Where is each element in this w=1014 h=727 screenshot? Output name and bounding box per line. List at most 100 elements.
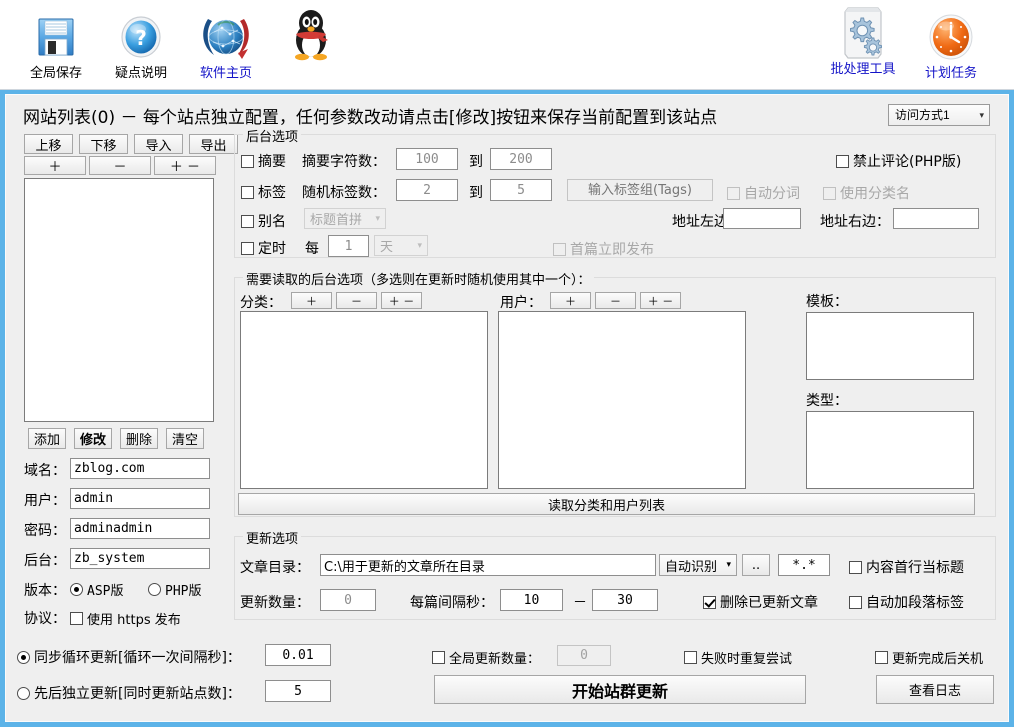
update-count-input[interactable] bbox=[320, 589, 376, 611]
first-publish-checkbox-icon[interactable] bbox=[553, 242, 566, 256]
auto-segment-checkbox-icon[interactable] bbox=[727, 186, 740, 200]
delete-updated-checkbox-row[interactable]: 删除已更新文章 bbox=[703, 592, 818, 612]
timer-checkbox-icon[interactable] bbox=[241, 241, 254, 255]
disable-comment-checkbox-icon[interactable] bbox=[836, 154, 849, 168]
article-dir-input[interactable] bbox=[320, 554, 656, 576]
backend-options-title: 后台选项 bbox=[243, 126, 302, 145]
shutdown-after-checkbox-icon[interactable] bbox=[875, 651, 888, 664]
shutdown-after-checkbox-row[interactable]: 更新完成后关机 bbox=[875, 648, 983, 667]
timer-checkbox-row[interactable]: 定时 bbox=[241, 238, 286, 258]
toolbar-button-batch-tool[interactable]: 批处理工具 bbox=[820, 4, 906, 76]
category-toggle-button[interactable]: ＋ － bbox=[381, 292, 422, 309]
type-listbox[interactable] bbox=[806, 411, 974, 489]
disable-comment-checkbox-row[interactable]: 禁止评论(PHP版) bbox=[836, 151, 961, 171]
use-category-name-checkbox-icon[interactable] bbox=[823, 186, 836, 200]
summary-min-input[interactable] bbox=[396, 148, 458, 170]
alias-checkbox-icon[interactable] bbox=[241, 214, 254, 228]
radio-sequential-icon[interactable] bbox=[17, 686, 30, 700]
read-options-title: 需要读取的后台选项（多选则在更新时随机使用其中一个）： bbox=[243, 269, 594, 288]
category-add-button[interactable]: ＋ bbox=[291, 292, 332, 309]
toolbar-label-help: 疑点说明 bbox=[114, 65, 167, 80]
retry-on-fail-checkbox-icon[interactable] bbox=[684, 651, 697, 664]
toolbar-button-help[interactable]: ? 疑点说明 bbox=[98, 8, 184, 80]
retry-on-fail-checkbox-row[interactable]: 失败时重复尝试 bbox=[684, 648, 792, 667]
alias-checkbox-row[interactable]: 别名 bbox=[241, 211, 286, 231]
version-radio-php[interactable]: PHP版 bbox=[148, 580, 201, 599]
version-radio-asp[interactable]: ASP版 bbox=[70, 580, 123, 599]
move-down-button[interactable]: 下移 bbox=[79, 134, 128, 154]
user-toggle-button[interactable]: ＋ － bbox=[640, 292, 681, 309]
site-listbox[interactable] bbox=[24, 178, 214, 422]
auto-paragraph-checkbox-row[interactable]: 自动加段落标签 bbox=[849, 592, 964, 612]
start-update-button[interactable]: 开始站群更新 bbox=[434, 675, 806, 704]
toolbar-button-global-save[interactable]: 全局保存 bbox=[13, 8, 99, 80]
backend-input[interactable] bbox=[70, 548, 210, 569]
site-clear-button[interactable]: 清空 bbox=[166, 428, 204, 449]
delete-updated-checkbox-icon[interactable] bbox=[703, 595, 716, 609]
user-add-button[interactable]: ＋ bbox=[550, 292, 591, 309]
auto-paragraph-checkbox-icon[interactable] bbox=[849, 595, 862, 609]
alias-type-dropdown[interactable]: 标题首拼 ▾ bbox=[304, 208, 386, 229]
sequential-radio-row[interactable]: 先后独立更新[同时更新站点数]： bbox=[17, 683, 241, 703]
add-row-button[interactable]: ＋ bbox=[24, 156, 86, 175]
category-remove-button[interactable]: － bbox=[336, 292, 377, 309]
tags-checkbox-row[interactable]: 标签 bbox=[241, 182, 286, 202]
export-button[interactable]: 导出 bbox=[189, 134, 238, 154]
https-checkbox-icon[interactable] bbox=[70, 612, 83, 625]
radio-asp-icon[interactable] bbox=[70, 583, 83, 596]
tags-to-label: 到 bbox=[469, 185, 483, 201]
tags-checkbox-icon[interactable] bbox=[241, 185, 254, 199]
sync-loop-radio-row[interactable]: 同步循环更新[循环一次间隔秒]： bbox=[17, 647, 241, 667]
import-button[interactable]: 导入 bbox=[134, 134, 183, 154]
domain-input[interactable] bbox=[70, 458, 210, 479]
global-count-checkbox-icon[interactable] bbox=[432, 651, 445, 664]
radio-sync-loop-icon[interactable] bbox=[17, 650, 30, 664]
timer-unit-dropdown[interactable]: 天 ▾ bbox=[374, 235, 428, 256]
site-delete-button[interactable]: 删除 bbox=[120, 428, 158, 449]
use-category-name-checkbox-row[interactable]: 使用分类名 bbox=[823, 183, 910, 203]
user-input[interactable] bbox=[70, 488, 210, 509]
interval-min-input[interactable] bbox=[500, 589, 563, 611]
timer-unit-value: 天 bbox=[380, 240, 394, 255]
remove-row-button[interactable]: － bbox=[89, 156, 151, 175]
tags-max-input[interactable] bbox=[490, 179, 552, 201]
addr-right-input[interactable] bbox=[893, 208, 979, 229]
sequential-count-input[interactable] bbox=[265, 680, 331, 702]
file-filter-input[interactable] bbox=[778, 554, 830, 576]
site-modify-button[interactable]: 修改 bbox=[74, 428, 112, 449]
radio-php-icon[interactable] bbox=[148, 583, 161, 596]
first-line-title-checkbox-icon[interactable] bbox=[849, 560, 862, 574]
first-publish-checkbox-row[interactable]: 首篇立即发布 bbox=[553, 239, 654, 259]
toolbar-button-qq[interactable] bbox=[268, 5, 354, 63]
protocol-https-checkbox-row[interactable]: 使用 https 发布 bbox=[70, 609, 181, 628]
summary-checkbox-row[interactable]: 摘要 bbox=[241, 151, 286, 171]
view-log-button[interactable]: 查看日志 bbox=[876, 675, 994, 704]
toolbar-button-scheduled-task[interactable]: 计划任务 bbox=[908, 8, 994, 80]
site-add-button[interactable]: 添加 bbox=[28, 428, 66, 449]
access-mode-dropdown[interactable]: 访问方式1 ▾ bbox=[888, 104, 990, 126]
read-category-user-button[interactable]: 读取分类和用户列表 bbox=[238, 493, 975, 515]
summary-max-input[interactable] bbox=[490, 148, 552, 170]
toolbar-label-scheduled-task: 计划任务 bbox=[924, 65, 977, 80]
tags-min-input[interactable] bbox=[396, 179, 458, 201]
interval-max-input[interactable] bbox=[592, 589, 658, 611]
first-line-title-checkbox-row[interactable]: 内容首行当标题 bbox=[849, 557, 964, 577]
sync-loop-interval-input[interactable] bbox=[265, 644, 331, 666]
template-listbox[interactable] bbox=[806, 312, 974, 380]
toolbar-button-homepage[interactable]: 软件主页 bbox=[183, 8, 269, 80]
global-count-input[interactable] bbox=[557, 645, 611, 666]
browse-dir-button[interactable]: .. bbox=[742, 554, 770, 576]
category-listbox[interactable] bbox=[240, 311, 488, 489]
auto-segment-checkbox-row[interactable]: 自动分词 bbox=[727, 183, 800, 203]
password-input[interactable] bbox=[70, 518, 210, 539]
user-remove-button[interactable]: － bbox=[595, 292, 636, 309]
toggle-row-button[interactable]: ＋ － bbox=[154, 156, 216, 175]
addr-left-input[interactable] bbox=[723, 208, 801, 229]
summary-checkbox-icon[interactable] bbox=[241, 154, 254, 168]
global-count-checkbox-row[interactable]: 全局更新数量： bbox=[432, 648, 540, 667]
move-up-button[interactable]: 上移 bbox=[24, 134, 73, 154]
encoding-dropdown[interactable]: 自动识别 ▾ bbox=[659, 554, 737, 576]
user-listbox[interactable] bbox=[498, 311, 746, 489]
tags-group-input[interactable] bbox=[567, 179, 713, 201]
timer-value-input[interactable] bbox=[328, 235, 369, 257]
